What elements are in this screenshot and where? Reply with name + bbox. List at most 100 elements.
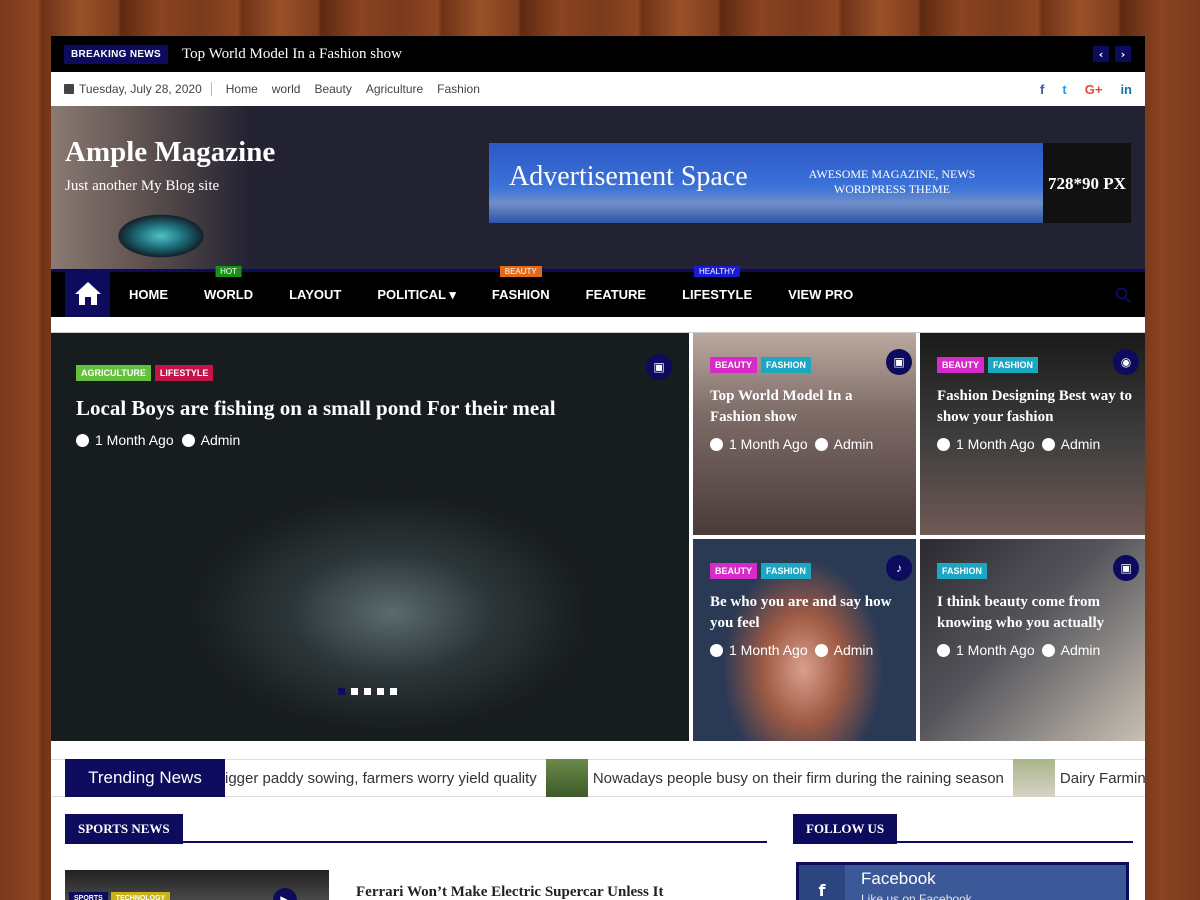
clock-icon <box>710 437 723 451</box>
post-time: 1 Month Ago <box>95 432 174 448</box>
post-author[interactable]: Admin <box>1061 642 1101 658</box>
breaking-news-headline[interactable]: Top World Model In a Fashion show <box>182 46 402 63</box>
nav-item-feature[interactable]: FEATURE <box>586 287 646 302</box>
slider-dot[interactable] <box>390 688 397 695</box>
top-links: Home world Beauty Agriculture Fashion <box>226 82 480 96</box>
post-title[interactable]: Local Boys are fishing on a small pond F… <box>76 395 676 421</box>
clock-icon <box>76 433 89 447</box>
featured-post-card[interactable]: ▣ BEAUTY FASHION Top World Model In a Fa… <box>693 333 916 535</box>
trending-thumbnail[interactable] <box>1012 759 1055 797</box>
advertisement-banner[interactable]: Advertisement Space AWESOME MAGAZINE, NE… <box>489 143 1131 223</box>
post-author[interactable]: Admin <box>201 432 241 448</box>
calendar-icon <box>64 84 74 94</box>
top-link-home[interactable]: Home <box>226 82 258 96</box>
category-fashion[interactable]: FASHION <box>988 357 1039 373</box>
sports-post-title[interactable]: Ferrari Won’t Make Electric Supercar Unl… <box>356 884 663 900</box>
post-author[interactable]: Admin <box>834 642 874 658</box>
nav-item-home[interactable]: HOME <box>129 287 168 302</box>
facebook-icon: f <box>799 865 845 900</box>
sports-thumbnail[interactable]: SPORTS TECHNOLOGY ▶ <box>65 870 329 900</box>
user-icon <box>814 643 828 657</box>
category-technology[interactable]: TECHNOLOGY <box>110 892 171 900</box>
top-link-beauty[interactable]: Beauty <box>314 82 351 96</box>
post-meta: 1 Month Ago Admin <box>937 642 1100 658</box>
user-icon <box>1041 643 1055 657</box>
post-title[interactable]: Be who you are and say how you feel <box>710 592 905 634</box>
post-categories: BEAUTY FASHION <box>710 357 812 373</box>
trending-item[interactable]: Dairy Farmin <box>1060 770 1145 787</box>
nav-item-political[interactable]: POLITICAL ▾ <box>377 287 456 303</box>
trending-item[interactable]: Nowadays people busy on their firm durin… <box>593 770 1004 787</box>
audio-icon: ♪ <box>886 555 912 581</box>
post-title[interactable]: I think beauty come from knowing who you… <box>937 592 1137 634</box>
image-icon: ▣ <box>1113 555 1139 581</box>
trending-thumbnail[interactable] <box>545 759 588 797</box>
post-categories: FASHION <box>937 563 988 579</box>
chevron-left-icon[interactable]: ‹ <box>1093 46 1109 62</box>
divider <box>51 317 1145 333</box>
top-link-world[interactable]: world <box>272 82 301 96</box>
breaking-news-controls: ‹ › <box>1093 46 1131 62</box>
image-icon: ▣ <box>886 349 912 375</box>
site-title[interactable]: Ample Magazine <box>65 136 275 169</box>
category-fashion[interactable]: FASHION <box>937 563 988 579</box>
nav-badge-healthy: HEALTHY <box>693 266 741 277</box>
featured-main-post[interactable]: ▣ AGRICULTURE LIFESTYLE Local Boys are f… <box>51 333 689 741</box>
nav-label: WORLD <box>204 287 254 302</box>
google-plus-icon[interactable]: G+ <box>1085 82 1103 97</box>
date-text: Tuesday, July 28, 2020 <box>79 82 202 96</box>
post-author[interactable]: Admin <box>834 436 874 452</box>
slider-dot[interactable] <box>338 688 345 695</box>
category-fashion[interactable]: FASHION <box>761 357 812 373</box>
clock-icon <box>937 437 950 451</box>
post-time: 1 Month Ago <box>729 642 808 658</box>
facebook-icon[interactable]: f <box>1040 82 1044 97</box>
nav-item-world[interactable]: HOT WORLD <box>204 266 254 302</box>
top-link-fashion[interactable]: Fashion <box>437 82 480 96</box>
post-time: 1 Month Ago <box>729 436 808 452</box>
user-icon <box>181 433 195 447</box>
trending-label: Trending News <box>65 759 225 797</box>
main-navigation: HOME HOT WORLD LAYOUT POLITICAL ▾ BEAUTY F… <box>51 266 1145 317</box>
top-bar: Tuesday, July 28, 2020 Home world Beauty… <box>51 72 1145 106</box>
category-beauty[interactable]: BEAUTY <box>937 357 985 373</box>
slider-dots <box>338 688 397 695</box>
category-agriculture[interactable]: AGRICULTURE <box>76 365 151 381</box>
category-beauty[interactable]: BEAUTY <box>710 563 758 579</box>
category-lifestyle[interactable]: LIFESTYLE <box>154 365 214 381</box>
featured-grid: ▣ AGRICULTURE LIFESTYLE Local Boys are f… <box>51 333 1145 741</box>
search-icon[interactable] <box>1115 287 1131 308</box>
chevron-right-icon[interactable]: › <box>1115 46 1131 62</box>
facebook-subtext: Like us on Facebook <box>861 892 972 900</box>
slider-dot[interactable] <box>351 688 358 695</box>
top-link-agriculture[interactable]: Agriculture <box>366 82 423 96</box>
follow-us-label: FOLLOW US <box>793 814 898 844</box>
home-icon-button[interactable] <box>65 269 110 317</box>
site-header: Ample Magazine Just another My Blog site… <box>51 106 1145 269</box>
breaking-news-bar: BREAKING NEWS Top World Model In a Fashi… <box>51 36 1145 72</box>
category-beauty[interactable]: BEAUTY <box>710 357 758 373</box>
nav-label: FEATURE <box>585 287 647 302</box>
twitter-icon[interactable]: t <box>1062 82 1066 97</box>
category-fashion[interactable]: FASHION <box>761 563 812 579</box>
linkedin-icon[interactable]: in <box>1120 82 1132 97</box>
nav-item-fashion[interactable]: BEAUTY FASHION <box>492 266 550 302</box>
featured-post-card[interactable]: ◉ BEAUTY FASHION Fashion Designing Best … <box>920 333 1145 535</box>
video-icon: ▶ <box>273 888 297 900</box>
trending-item[interactable]: igger paddy sowing, farmers worry yield … <box>225 770 537 787</box>
facebook-follow-box[interactable]: f Facebook Like us on Facebook <box>796 862 1129 900</box>
post-categories: SPORTS TECHNOLOGY <box>69 892 171 900</box>
post-title[interactable]: Fashion Designing Best way to show your … <box>937 386 1137 428</box>
post-author[interactable]: Admin <box>1061 436 1101 452</box>
post-categories: BEAUTY FASHION <box>710 563 812 579</box>
slider-dot[interactable] <box>364 688 371 695</box>
nav-item-layout[interactable]: LAYOUT <box>289 287 341 302</box>
featured-post-card[interactable]: ▣ FASHION I think beauty come from knowi… <box>920 539 1145 741</box>
nav-item-lifestyle[interactable]: HEALTHY LIFESTYLE <box>682 266 752 302</box>
featured-post-card[interactable]: ♪ BEAUTY FASHION Be who you are and say … <box>693 539 916 741</box>
slider-dot[interactable] <box>377 688 384 695</box>
nav-item-view-pro[interactable]: VIEW PRO <box>788 287 853 302</box>
post-title[interactable]: Top World Model In a Fashion show <box>710 386 905 428</box>
category-sports[interactable]: SPORTS <box>69 892 108 900</box>
home-icon <box>74 282 101 305</box>
